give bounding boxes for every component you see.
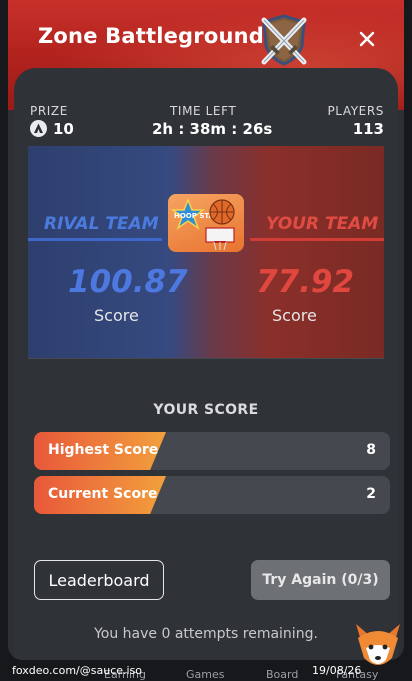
your-score-title: YOUR SCORE — [153, 402, 259, 418]
battleground-modal: Zone Battleground PRIZE 10 TIME LEFT 2h … — [8, 0, 404, 660]
players-label: PLAYERS — [327, 104, 384, 118]
rival-score-caption: Score — [94, 306, 139, 325]
crossed-swords-shield-icon — [261, 14, 307, 66]
current-score-value: 2 — [366, 486, 376, 502]
rival-score: 100.87 — [68, 264, 188, 300]
current-score-row: Current Score 2 — [34, 476, 390, 514]
try-again-button[interactable]: Try Again (0/3) — [251, 560, 390, 600]
close-button[interactable] — [354, 26, 380, 52]
time-left-value: 2h : 38m : 26s — [152, 120, 273, 138]
highest-score-label: Highest Score — [48, 442, 159, 458]
nav-item-games[interactable]: Games — [186, 668, 224, 681]
your-team-label: YOUR TEAM — [266, 214, 379, 234]
leaderboard-button[interactable]: Leaderboard — [34, 560, 164, 600]
watermark-text: foxdeo.com/@sauce.iso — [12, 664, 143, 677]
time-left-label: TIME LEFT — [170, 104, 237, 118]
nav-item-board[interactable]: Board — [266, 668, 298, 681]
your-score: 77.92 — [256, 264, 355, 300]
team-arena — [28, 146, 384, 358]
attempts-remaining-text: You have 0 attempts remaining. — [94, 626, 318, 642]
prize-label: PRIZE — [30, 104, 68, 118]
hoop-star-logo: HOOP STAR — [170, 197, 235, 251]
prize-amount: 10 — [53, 120, 74, 138]
current-score-label: Current Score — [48, 486, 158, 502]
rival-team-underline — [28, 238, 162, 241]
players-value: 113 — [352, 120, 384, 138]
fox-logo-icon — [356, 624, 400, 665]
your-team-underline — [250, 238, 384, 241]
modal-title: Zone Battleground — [38, 24, 265, 48]
prize-value: 10 — [30, 120, 74, 138]
game-thumbnail[interactable]: HOOP STAR — [168, 194, 244, 252]
battle-panel: PRIZE 10 TIME LEFT 2h : 38m : 26s PLAYER… — [14, 68, 398, 660]
highest-score-row: Highest Score 8 — [34, 432, 390, 470]
divider — [28, 358, 384, 359]
your-score-caption: Score — [272, 306, 317, 325]
rival-team-label: RIVAL TEAM — [44, 214, 159, 234]
highest-score-value: 8 — [366, 442, 376, 458]
token-icon — [30, 120, 47, 137]
close-icon — [359, 31, 375, 47]
